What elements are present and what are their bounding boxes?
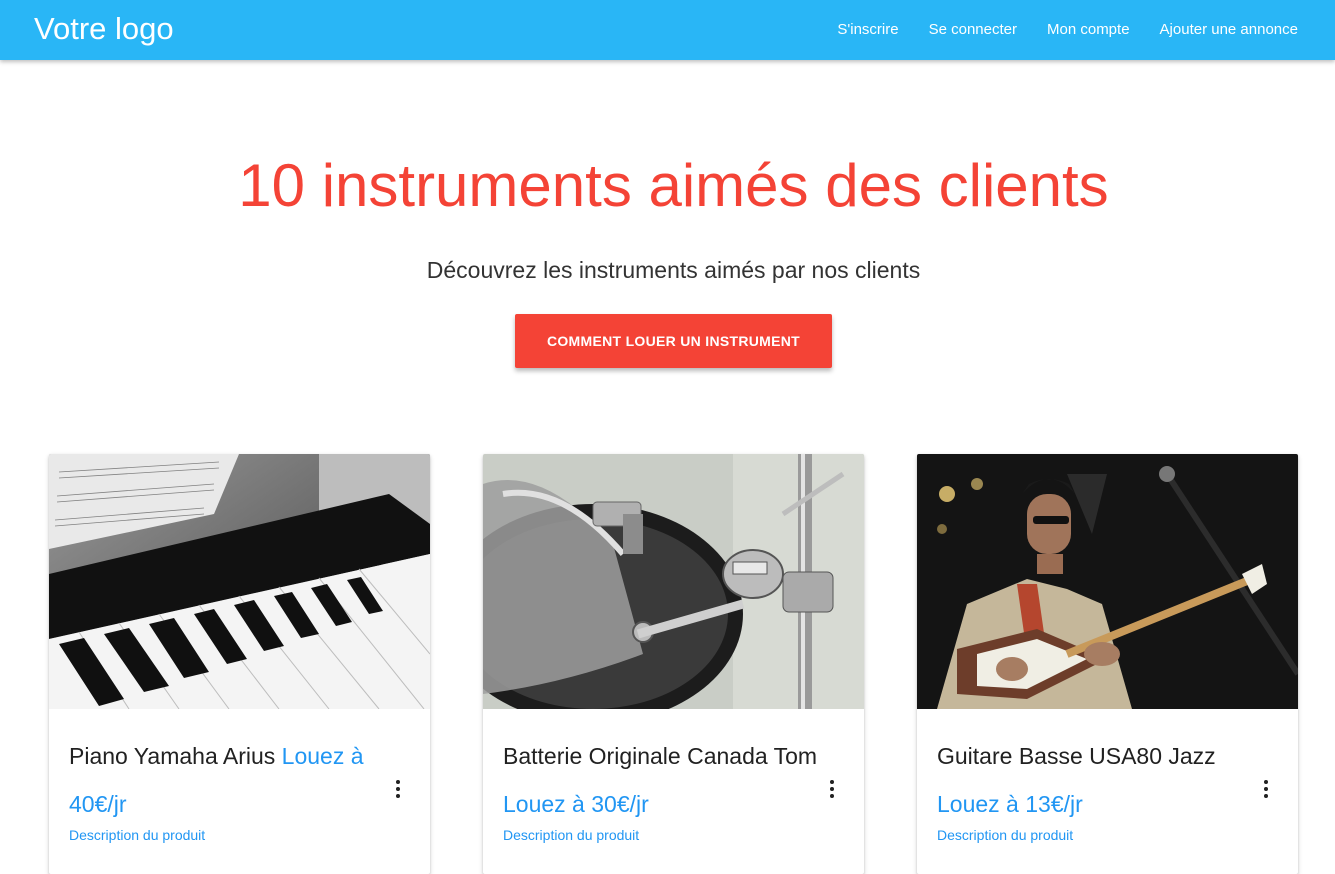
nav-link-login[interactable]: Se connecter <box>914 0 1032 60</box>
nav-links: S'inscrire Se connecter Mon compte Ajout… <box>822 0 1313 60</box>
more-vert-icon[interactable] <box>388 777 408 801</box>
product-card: Piano Yamaha Arius Louez à 40€/jr Descri… <box>49 454 430 874</box>
top-navbar: Votre logo S'inscrire Se connecter Mon c… <box>0 0 1335 60</box>
card-title: Batterie Originale Canada Tom <box>503 743 818 769</box>
card-title: Guitare Basse USA80 Jazz <box>937 743 1216 769</box>
hero-subtitle: Découvrez les instruments aimés par nos … <box>426 257 921 283</box>
more-vert-icon[interactable] <box>1256 777 1276 801</box>
more-vert-icon[interactable] <box>822 777 842 801</box>
nav-link-add-listing[interactable]: Ajouter une annonce <box>1145 0 1313 60</box>
card-title: Piano Yamaha Arius <box>69 743 276 769</box>
bass-guitar-image[interactable] <box>917 454 1298 709</box>
nav-link-signup[interactable]: S'inscrire <box>822 0 913 60</box>
nav-link-account[interactable]: Mon compte <box>1032 0 1145 60</box>
card-price: Louez à 30€/jr <box>503 791 649 817</box>
piano-image[interactable] <box>49 454 430 709</box>
hero-title: 10 instruments aimés des clients <box>238 152 1109 219</box>
card-price: Louez à 13€/jr <box>937 791 1083 817</box>
product-description-link[interactable]: Description du produit <box>937 827 1073 843</box>
site-logo[interactable]: Votre logo <box>34 10 174 48</box>
how-to-rent-button[interactable]: COMMENT LOUER UN INSTRUMENT <box>515 314 832 368</box>
product-card: Batterie Originale Canada Tom Louez à 30… <box>483 454 864 874</box>
drums-image[interactable] <box>483 454 864 709</box>
product-card: Guitare Basse USA80 Jazz Louez à 13€/jr … <box>917 454 1298 874</box>
product-description-link[interactable]: Description du produit <box>503 827 639 843</box>
product-description-link[interactable]: Description du produit <box>69 827 205 843</box>
